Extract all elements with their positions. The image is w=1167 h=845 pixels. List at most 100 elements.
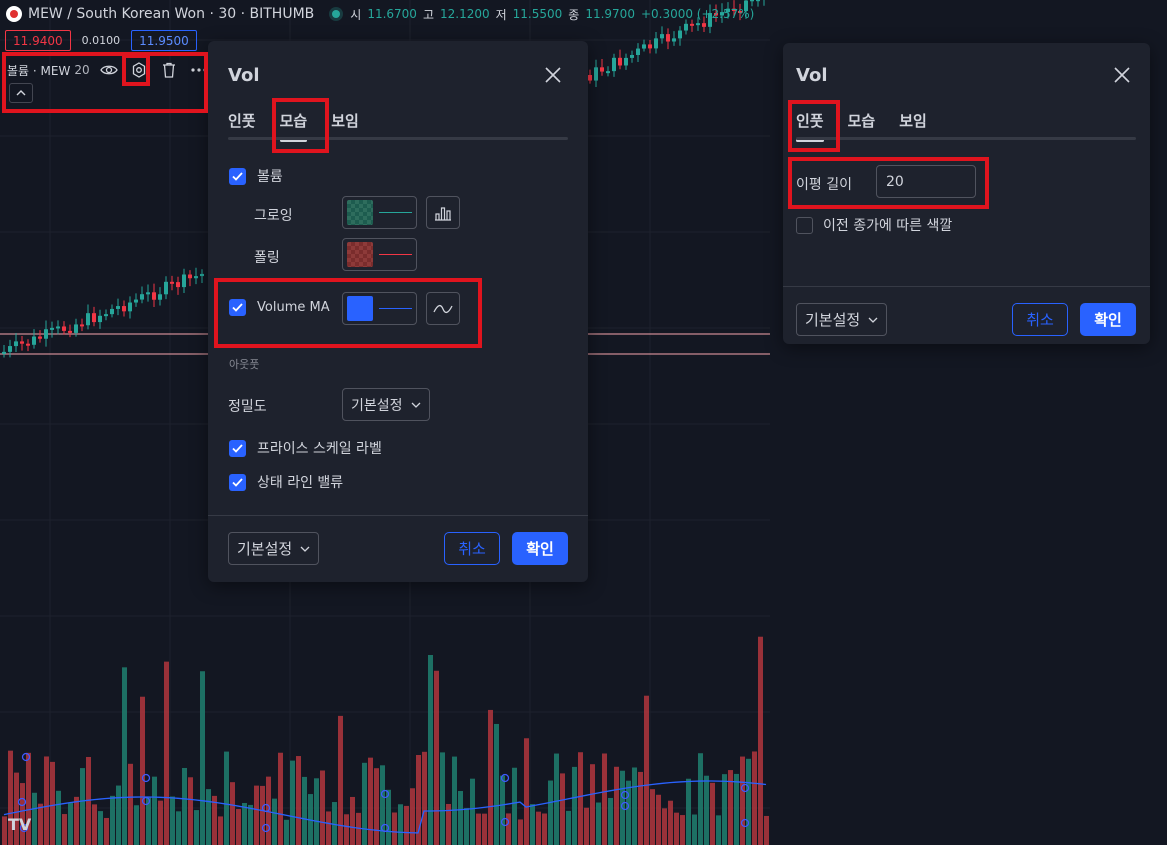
chevron-up-icon[interactable]: [9, 83, 33, 103]
footer-divider: [208, 515, 588, 516]
candle-body: [152, 292, 156, 300]
volume-bar: [410, 788, 415, 845]
sell-button[interactable]: 11.9400: [5, 30, 71, 51]
volume-bar: [170, 796, 175, 845]
volume-bar: [680, 815, 685, 845]
chevron-down-icon: [411, 402, 420, 408]
tab-style[interactable]: 모습: [279, 108, 320, 142]
volume-bar: [458, 791, 463, 845]
indicator-title[interactable]: 볼륨 · MEW 20: [7, 62, 90, 79]
volume-bar: [302, 776, 307, 845]
line-style-button[interactable]: [426, 292, 460, 325]
tab-visibility[interactable]: 보임: [331, 108, 371, 132]
volume-bar: [524, 738, 529, 845]
indicator-legend[interactable]: 볼륨 · MEW 20: [7, 59, 210, 81]
chart-header: MEW / South Korean Won · 30 · BITHUMB 시 1…: [6, 4, 754, 24]
close-value: 11.9700: [585, 7, 635, 21]
volume-bar: [470, 778, 475, 845]
volume-bar: [14, 772, 19, 845]
more-icon[interactable]: [188, 59, 210, 81]
price-scale-row: 프라이스 스케일 라벨: [229, 438, 382, 458]
volume-bar: [152, 776, 157, 845]
cancel-button[interactable]: 취소: [1012, 303, 1068, 336]
defaults-dropdown[interactable]: 기본설정: [228, 532, 320, 565]
growing-color-button[interactable]: [342, 196, 417, 229]
candle-body: [92, 313, 96, 323]
candle-body: [32, 336, 36, 345]
volume-bar: [764, 815, 769, 845]
volume-bar: [158, 800, 163, 845]
volume-ma-controls: [342, 292, 460, 325]
volume-bar: [626, 780, 631, 845]
ok-button[interactable]: 확인: [1080, 303, 1136, 336]
candle-body: [68, 330, 72, 333]
volume-ma-line-preview: [379, 308, 412, 309]
defaults-dropdown[interactable]: 기본설정: [796, 303, 888, 336]
candle-body: [672, 38, 676, 42]
gear-icon[interactable]: [128, 59, 150, 81]
volume-bar: [398, 804, 403, 845]
candle-body: [62, 326, 66, 331]
volume-bar: [32, 792, 37, 845]
candle-body: [194, 276, 198, 279]
precision-value: 기본설정: [351, 397, 403, 414]
status-line-row: 상태 라인 밸류: [229, 472, 343, 492]
eye-icon[interactable]: [98, 59, 120, 81]
buy-button[interactable]: 11.9500: [131, 30, 197, 51]
cancel-button[interactable]: 취소: [444, 532, 500, 565]
volume-bar: [422, 751, 427, 845]
precision-select-wrap: 기본설정: [342, 388, 430, 421]
ma-length-label: 이평 길이: [796, 177, 852, 193]
close-label: 종: [568, 7, 580, 22]
symbol-title[interactable]: MEW / South Korean Won · 30 · BITHUMB: [28, 6, 314, 22]
volume-bar: [44, 756, 49, 845]
histogram-icon: [435, 206, 451, 221]
volume-bar: [206, 789, 211, 845]
volume-bar: [110, 795, 115, 845]
market-status-icon[interactable]: [332, 10, 341, 18]
trash-icon[interactable]: [158, 59, 180, 81]
tab-inputs[interactable]: 인풋: [796, 108, 836, 142]
dialog-title: Vol: [228, 65, 260, 86]
candle-body: [182, 274, 186, 288]
close-icon[interactable]: [1111, 64, 1133, 86]
volume-bar: [2, 816, 7, 845]
price-scale-label: 프라이스 스케일 라벨: [257, 441, 382, 457]
volume-bar: [218, 816, 223, 845]
volume-bar: [530, 804, 535, 845]
volume-ma-color-swatch: [347, 296, 373, 321]
falling-color-swatch: [347, 242, 373, 267]
ma-length-input[interactable]: 20: [876, 165, 976, 198]
candle-body: [600, 67, 604, 72]
symbol-logo-icon: [6, 6, 22, 22]
volume-bar: [392, 812, 397, 845]
volume-bar: [182, 767, 187, 845]
volume-bar: [50, 761, 55, 845]
candle-body: [44, 329, 48, 339]
growing-label-wrap: 그로잉: [254, 205, 293, 225]
volume-bar: [554, 753, 559, 845]
tab-style[interactable]: 모습: [848, 108, 888, 132]
tab-visibility[interactable]: 보임: [899, 108, 939, 132]
plot-type-button[interactable]: [426, 196, 460, 229]
color-prev-close-checkbox[interactable]: [796, 216, 813, 234]
price-scale-checkbox[interactable]: [229, 439, 246, 457]
volume-bar: [548, 780, 553, 845]
volume-bar: [128, 763, 133, 845]
precision-select[interactable]: 기본설정: [342, 388, 430, 421]
candle-body: [606, 71, 610, 74]
falling-color-button[interactable]: [342, 238, 417, 271]
volume-bar: [638, 771, 643, 845]
volume-bar: [140, 696, 145, 845]
tab-inputs[interactable]: 인풋: [228, 108, 268, 132]
volume-ma-color-button[interactable]: [342, 292, 417, 325]
defaults-label: 기본설정: [805, 311, 861, 329]
close-icon[interactable]: [542, 64, 564, 86]
volume-bar: [668, 800, 673, 845]
open-label: 시: [350, 7, 362, 22]
status-line-checkbox[interactable]: [229, 473, 246, 491]
volume-ma-checkbox[interactable]: [229, 299, 246, 316]
volume-checkbox[interactable]: [229, 167, 246, 185]
volume-bar: [116, 785, 121, 845]
ok-button[interactable]: 확인: [512, 532, 568, 565]
